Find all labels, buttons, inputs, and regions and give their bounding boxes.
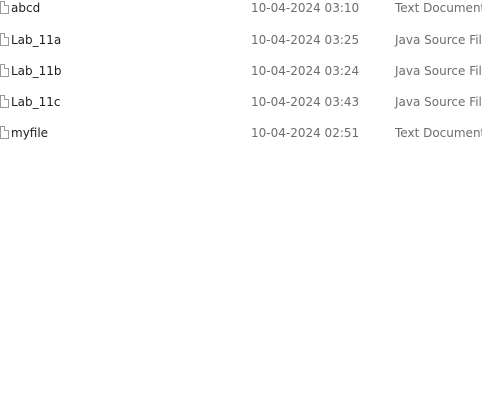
file-row-lab-11c[interactable]: Lab_11c 10-04-2024 03:43 Java Source Fil…	[0, 91, 482, 113]
file-modified-date: 10-04-2024 03:43	[251, 95, 360, 109]
file-list: abcd 10-04-2024 03:10 Text Document Lab_…	[0, 0, 482, 403]
file-modified-date: 10-04-2024 03:24	[251, 64, 360, 78]
file-icon	[0, 1, 9, 14]
file-type: Java Source File	[395, 33, 482, 47]
file-type: Text Document	[395, 1, 482, 15]
file-row-lab-11b[interactable]: Lab_11b 10-04-2024 03:24 Java Source Fil…	[0, 60, 482, 82]
file-icon	[0, 33, 9, 46]
file-row-myfile[interactable]: myfile 10-04-2024 02:51 Text Document	[0, 122, 482, 144]
file-name: Lab_11a	[11, 33, 62, 47]
file-type: Text Document	[395, 126, 482, 140]
file-row-lab-11a[interactable]: Lab_11a 10-04-2024 03:25 Java Source Fil…	[0, 29, 482, 51]
file-name: myfile	[11, 126, 49, 140]
file-type: Java Source File	[395, 95, 482, 109]
file-name: Lab_11b	[11, 64, 62, 78]
file-modified-date: 10-04-2024 02:51	[251, 126, 360, 140]
file-name: abcd	[11, 1, 41, 15]
file-icon	[0, 126, 9, 139]
file-modified-date: 10-04-2024 03:10	[251, 1, 360, 15]
file-name: Lab_11c	[11, 95, 61, 109]
file-type: Java Source File	[395, 64, 482, 78]
file-icon	[0, 64, 9, 77]
file-modified-date: 10-04-2024 03:25	[251, 33, 360, 47]
file-row-abcd[interactable]: abcd 10-04-2024 03:10 Text Document	[0, 0, 482, 19]
file-icon	[0, 95, 9, 108]
